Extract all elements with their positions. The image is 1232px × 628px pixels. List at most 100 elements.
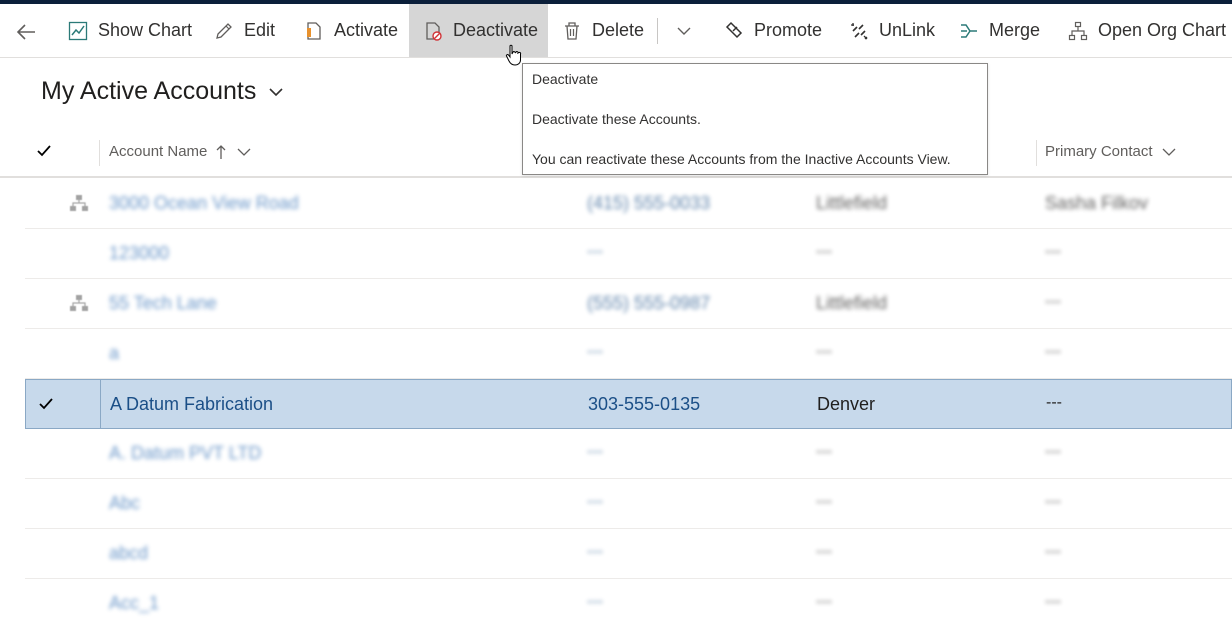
city-cell: Littlefield (816, 293, 888, 313)
primary-contact-cell: --- (1045, 343, 1061, 360)
account-name-cell[interactable]: Abc (109, 493, 140, 514)
unlink-label: UnLink (879, 20, 936, 40)
primary-contact-cell: --- (1045, 493, 1061, 510)
promote-icon (724, 21, 744, 41)
table-row[interactable]: 123000 --- --- --- (25, 229, 1232, 279)
tooltip-hint: You can reactivate these Accounts from t… (532, 151, 951, 167)
table-row[interactable]: a --- --- --- (25, 329, 1232, 379)
account-name-cell[interactable]: a (109, 343, 119, 364)
main-phone-cell: --- (587, 243, 603, 260)
unlink-icon (849, 21, 869, 41)
hierarchy-icon[interactable] (69, 194, 89, 217)
chevron-down-icon (237, 148, 251, 156)
merge-label: Merge (989, 20, 1041, 40)
promote-label: Promote (754, 20, 823, 40)
main-phone-cell: --- (587, 443, 603, 460)
merge-button[interactable]: Merge (945, 4, 1054, 57)
city-cell: --- (816, 443, 832, 460)
account-name-cell[interactable]: A Datum Fabrication (110, 394, 273, 415)
pencil-icon (214, 21, 234, 41)
deactivate-button[interactable]: Deactivate (409, 4, 548, 57)
show-chart-button[interactable]: Show Chart (54, 4, 206, 57)
primary-contact-cell: --- (1045, 543, 1061, 560)
primary-contact-cell: --- (1045, 243, 1061, 260)
city-cell: --- (816, 343, 832, 360)
column-divider (99, 140, 100, 166)
back-button[interactable] (12, 18, 40, 46)
select-all-checkbox[interactable] (36, 143, 52, 164)
account-name-cell[interactable]: abcd (109, 543, 148, 564)
tooltip-title: Deactivate (532, 71, 599, 87)
checkmark-icon (39, 398, 53, 410)
table-row[interactable]: abcd --- --- --- (25, 529, 1232, 579)
checkmark-icon (37, 145, 51, 157)
row-checkbox[interactable] (26, 380, 101, 428)
command-bar: Show Chart Edit Activate Deactivate Dele… (0, 4, 1232, 66)
tooltip-description: Deactivate these Accounts. (532, 111, 701, 127)
activate-button[interactable]: Activate (290, 4, 412, 57)
org-chart-icon (1068, 21, 1088, 41)
row-checkbox[interactable] (25, 429, 100, 477)
open-org-chart-label: Open Org Chart (1098, 20, 1227, 40)
unlink-button[interactable]: UnLink (835, 4, 949, 57)
mouse-cursor-icon (505, 44, 522, 66)
primary-contact-cell: --- (1045, 293, 1061, 310)
hierarchy-icon[interactable] (69, 294, 89, 317)
city-cell: Denver (817, 394, 876, 414)
primary-contact-cell: --- (1045, 593, 1061, 610)
column-divider (1036, 140, 1037, 166)
account-name-cell[interactable]: 3000 Ocean View Road (109, 193, 299, 214)
delete-label: Delete (592, 20, 645, 40)
main-phone-cell: --- (587, 493, 603, 510)
table-row[interactable]: A. Datum PVT LTD --- --- --- (25, 429, 1232, 479)
main-phone-cell[interactable]: (415) 555-0033 (587, 193, 710, 214)
promote-button[interactable]: Promote (710, 4, 836, 57)
merge-icon (959, 21, 979, 41)
deactivate-document-icon (423, 21, 443, 41)
primary-contact-cell: --- (1045, 443, 1061, 460)
trash-icon (562, 21, 582, 41)
main-phone-cell[interactable]: (555) 555-0987 (587, 293, 710, 314)
column-header-account-name[interactable]: Account Name (109, 143, 253, 160)
city-cell: --- (816, 493, 832, 510)
column-header-primary-contact[interactable]: Primary Contact (1045, 143, 1177, 160)
row-checkbox[interactable] (25, 329, 100, 377)
command-separator (657, 18, 658, 44)
main-phone-cell: --- (587, 593, 603, 610)
row-checkbox[interactable] (25, 479, 100, 527)
activate-document-icon (304, 21, 324, 41)
city-cell: --- (816, 543, 832, 560)
primary-contact-cell[interactable]: Sasha Filkov (1045, 193, 1148, 214)
primary-contact-header-label: Primary Contact (1045, 143, 1153, 160)
row-checkbox[interactable] (25, 229, 100, 277)
table-row[interactable]: 55 Tech Lane (555) 555-0987 Littlefield --- (25, 279, 1232, 329)
table-row[interactable]: Acc_1 --- --- --- (25, 579, 1232, 628)
view-selector[interactable]: My Active Accounts (41, 77, 284, 106)
main-phone-cell: --- (587, 543, 603, 560)
account-name-cell[interactable]: 123000 (109, 243, 169, 264)
table-row[interactable]: A Datum Fabrication 303-555-0135 Denver --- (25, 379, 1232, 429)
account-name-cell[interactable]: A. Datum PVT LTD (109, 443, 261, 464)
city-cell: --- (816, 243, 832, 260)
deactivate-tooltip: Deactivate Deactivate these Accounts. Yo… (522, 63, 988, 175)
edit-label: Edit (244, 20, 276, 40)
main-phone-cell: --- (587, 343, 603, 360)
more-commands-button[interactable] (660, 4, 708, 57)
account-name-cell[interactable]: Acc_1 (109, 593, 159, 614)
row-checkbox[interactable] (25, 579, 100, 627)
edit-button[interactable]: Edit (200, 4, 289, 57)
account-name-header-label: Account Name (109, 143, 208, 160)
activate-label: Activate (334, 20, 399, 40)
chevron-down-icon (1162, 148, 1175, 156)
delete-button[interactable]: Delete (548, 4, 658, 57)
chevron-down-icon (674, 21, 694, 41)
chart-icon (68, 21, 88, 41)
view-title: My Active Accounts (41, 77, 257, 105)
main-phone-cell[interactable]: 303-555-0135 (588, 394, 700, 415)
account-name-cell[interactable]: 55 Tech Lane (109, 293, 217, 314)
open-org-chart-button[interactable]: Open Org Chart (1054, 4, 1232, 57)
row-checkbox[interactable] (25, 529, 100, 577)
table-row[interactable]: Abc --- --- --- (25, 479, 1232, 529)
sort-ascending-icon (216, 144, 226, 159)
city-cell: Littlefield (816, 193, 888, 213)
